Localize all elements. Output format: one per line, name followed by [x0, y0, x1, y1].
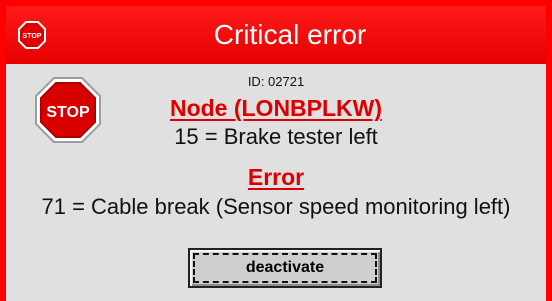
error-id: ID: 02721 [247, 74, 305, 89]
error-content: STOP ID: 02721 Node (LONBPLKW) 15 = Brak… [6, 64, 546, 301]
deactivate-button-label: deactivate [245, 259, 325, 276]
title-icon-stop-text: STOP [23, 33, 42, 40]
deactivate-button[interactable]: deactivate [188, 248, 382, 288]
error-value: 71 = Cable break (Sensor speed monitorin… [41, 194, 511, 219]
title-bar: STOP Critical error [6, 6, 546, 64]
critical-error-dialog: STOP Critical error STOP ID: 02721 Node … [0, 0, 552, 301]
dialog-title: Critical error [213, 19, 367, 50]
node-value: 15 = Brake tester left [174, 124, 378, 149]
error-heading: Error [247, 164, 305, 190]
stop-sign-icon: STOP [18, 21, 46, 49]
node-heading: Node (LONBPLKW) [169, 95, 383, 121]
